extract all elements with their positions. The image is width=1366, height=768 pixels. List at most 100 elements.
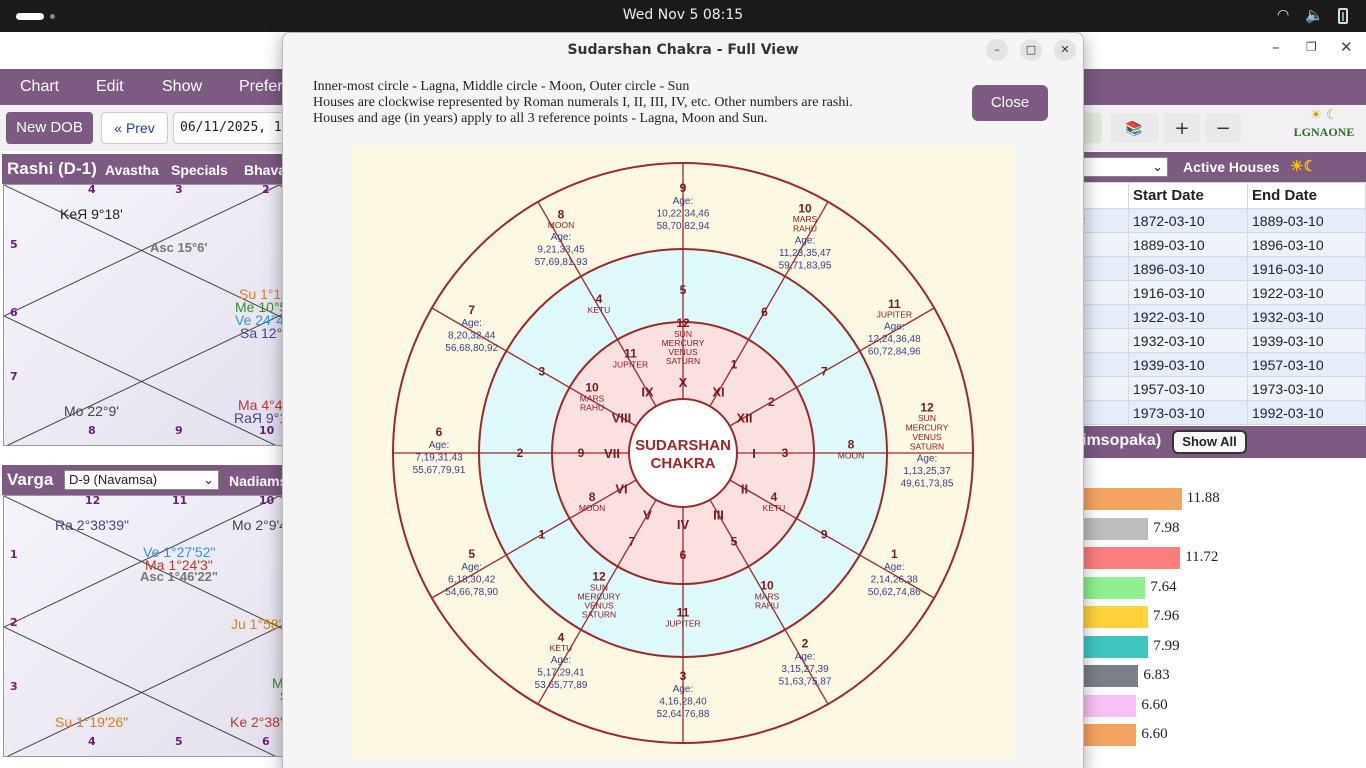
start-date-cell: 1889-03-10 — [1128, 232, 1248, 257]
tab-avastha[interactable]: Avastha — [105, 162, 159, 178]
tab-nadiamsa[interactable]: Nadiams — [229, 473, 287, 489]
workspace-indicator[interactable] — [16, 13, 44, 20]
column-header-start-date[interactable]: Start Date — [1128, 182, 1248, 209]
dasha-row[interactable]: r1957-03-101973-03-10 — [1068, 376, 1366, 401]
varga-ascendant[interactable]: Asc 1°46'22" — [140, 569, 218, 584]
workspace-dot[interactable] — [50, 14, 55, 19]
age-values: 56,68,80,92 — [445, 343, 498, 354]
age-values: 53,65,77,89 — [535, 680, 588, 691]
sun-moon-icon[interactable]: ☀☾ — [1290, 157, 1317, 175]
varga-title: Varga — [7, 470, 54, 489]
vimsopaka-bar[interactable] — [1080, 665, 1139, 687]
dialog-close-icon[interactable]: ✕ — [1054, 39, 1076, 61]
varga-planet-jupiter[interactable]: Ju 1°58'3 — [231, 616, 289, 632]
varga-panel-header: Varga D-9 (Navamsa) ⌄ Nadiams — [2, 465, 292, 495]
middle-rashi-number: 1 — [538, 528, 545, 542]
show-all-button[interactable]: Show All — [1172, 430, 1247, 454]
inner-rashi-number: 11 — [624, 347, 637, 361]
system-clock[interactable]: Wed Nov 5 08:15 — [583, 7, 783, 23]
rashi-planet-saturn[interactable]: Sa 12° — [240, 325, 282, 341]
start-date-cell: 1939-03-10 — [1128, 352, 1248, 377]
dasha-row[interactable]: n1973-03-101992-03-10 — [1068, 400, 1366, 425]
age-label: Age: — [673, 196, 694, 207]
vimsopaka-bar[interactable] — [1080, 576, 1146, 599]
battery-icon[interactable] — [1338, 8, 1348, 24]
dasha-row[interactable]: 1916-03-10 1922-03-10 — [1068, 280, 1366, 305]
vimsopaka-value: 6.83 — [1143, 667, 1170, 683]
dasha-row[interactable]: ry1872-03-101889-03-10 — [1068, 208, 1366, 233]
end-date-cell: 1896-03-10 — [1247, 232, 1366, 257]
roman-numeral: VIII — [612, 411, 632, 426]
inner-rashi-number: 7 — [629, 534, 636, 548]
prev-button[interactable]: « Prev — [101, 112, 168, 144]
vimsopaka-bar[interactable] — [1080, 517, 1149, 540]
vimsopaka-bar[interactable] — [1080, 547, 1181, 569]
rashi-planet-ketu[interactable]: KeЯ 9°18' — [60, 206, 123, 222]
varga-planet-sun[interactable]: Su 1°19'26" — [55, 714, 128, 730]
new-dob-button[interactable]: New DOB — [6, 112, 93, 144]
close-button[interactable]: Close — [972, 85, 1048, 121]
dasha-row[interactable]: 1889-03-10 1896-03-10 — [1068, 232, 1366, 257]
vimsopaka-bar[interactable] — [1080, 724, 1137, 746]
age-label: Age: — [461, 562, 482, 573]
zoom-out-button[interactable]: − — [1205, 113, 1241, 143]
menu-chart[interactable]: Chart — [20, 78, 59, 96]
age-label: Age: — [551, 655, 572, 666]
rashi-planet-moon[interactable]: Mo 22°9' — [64, 403, 119, 419]
rashi-planet-rahu[interactable]: RaЯ 9°1 — [234, 410, 287, 426]
rashi-ascendant[interactable]: Asc 15°6' — [150, 240, 207, 255]
inner-planet-label: SATURN — [666, 356, 700, 366]
date-input[interactable]: 06/11/2025, 1 — [173, 112, 293, 144]
volume-icon[interactable]: 🔈 — [1305, 6, 1324, 24]
system-top-bar: Wed Nov 5 08:15 ◠ 🔈 — [0, 0, 1366, 32]
rashi-house-number: 3 — [175, 184, 183, 196]
app-close-icon[interactable]: ✕ — [1340, 38, 1353, 56]
middle-rashi-number: 3 — [538, 365, 545, 379]
dasha-row[interactable]: 1922-03-10 1932-03-10 — [1068, 304, 1366, 329]
app-minimize-icon[interactable]: – — [1272, 38, 1280, 56]
chakra-container: SUDARSHAN CHAKRA I II III IV V VI VII VIII IX X XI XI… — [351, 147, 1015, 759]
rashi-house-number: 7 — [10, 370, 18, 383]
dialog-maximize-icon[interactable]: □ — [1020, 39, 1042, 61]
middle-rashi-number: 12 — [592, 569, 606, 583]
varga-planet-rahu[interactable]: Ra 2°38'39" — [55, 517, 129, 533]
roman-numeral: X — [679, 375, 688, 390]
dasha-row[interactable]: 1932-03-10 1939-03-10 — [1068, 328, 1366, 353]
column-header-end-date[interactable]: End Date — [1247, 182, 1366, 209]
vimsopaka-bar[interactable] — [1080, 606, 1149, 628]
middle-rashi-number: 2 — [517, 446, 524, 460]
dasha-row[interactable]: 1896-03-10 1916-03-10 — [1068, 256, 1366, 281]
inner-rashi-number: 10 — [585, 381, 599, 395]
outer-rashi-number: 1 — [891, 547, 898, 561]
vimsopaka-bar[interactable] — [1080, 694, 1137, 717]
start-date-cell: 1973-03-10 — [1128, 400, 1248, 425]
wifi-icon[interactable]: ◠ — [1277, 7, 1289, 23]
chevron-down-icon: ⌄ — [203, 472, 214, 487]
vimsopaka-bar[interactable] — [1080, 488, 1182, 510]
dasha-row[interactable]: 1939-03-10 1957-03-10 — [1068, 352, 1366, 377]
varga-planet-moon[interactable]: Mo 2°9'4 — [232, 517, 287, 533]
varga-select-value: D-9 (Navamsa) — [69, 472, 158, 487]
app-maximize-icon[interactable]: ❐ — [1306, 40, 1317, 54]
age-values: 10,22,34,46 — [657, 209, 710, 220]
roman-numeral: XI — [712, 385, 724, 400]
inner-rashi-number: 1 — [731, 358, 738, 372]
dialog-minimize-icon[interactable]: – — [986, 39, 1008, 61]
menu-edit[interactable]: Edit — [96, 78, 124, 96]
age-label: Age: — [795, 235, 816, 246]
roman-numeral: III — [713, 507, 724, 522]
middle-planet-label: SATURN — [582, 609, 616, 619]
sudarshan-chakra: SUDARSHANCHAKRAIIIIIIIVVVIVIIVIIIIXXXIXI… — [392, 162, 974, 744]
active-houses-label[interactable]: Active Houses — [1183, 159, 1279, 175]
menu-show[interactable]: Show — [162, 78, 202, 96]
tab-specials[interactable]: Specials — [171, 162, 228, 178]
age-values: 7,19,31,43 — [415, 453, 463, 464]
middle-rashi-number: 8 — [848, 438, 855, 452]
vimsopaka-bar[interactable] — [1080, 635, 1149, 658]
books-icon[interactable]: 📚 — [1110, 113, 1158, 143]
tab-bhava[interactable]: Bhava — [244, 162, 286, 178]
vimsopaka-value: 6.60 — [1141, 726, 1168, 742]
varga-select[interactable]: D-9 (Navamsa) ⌄ — [64, 470, 219, 490]
zoom-in-button[interactable]: + — [1164, 113, 1200, 143]
rashi-chart: 4 3 2 5 6 7 8 9 10 KeЯ 9°18' Asc 15°6' S… — [3, 184, 293, 446]
